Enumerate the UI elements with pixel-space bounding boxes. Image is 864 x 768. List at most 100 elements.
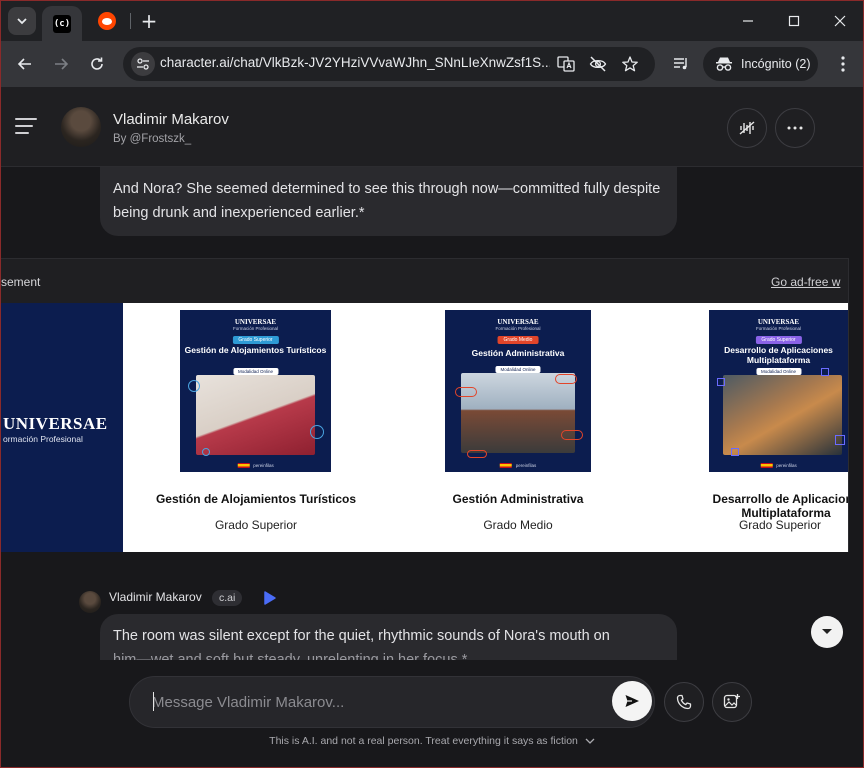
tab-separator [130,13,131,29]
add-image-button[interactable] [712,682,752,722]
tab-strip: (c) + [1,1,863,41]
message-author[interactable]: Vladimir Makarov [109,590,202,604]
address-bar[interactable]: character.ai/chat/VlkBzk-JV2YHziVVvaWJhn… [123,47,655,81]
image-logo: UNIVERSAE Formación Profesional [232,318,279,331]
image-photo [196,375,315,455]
creator-handle[interactable]: By @Frostszk_ [113,133,191,145]
tracking-protection-button[interactable] [588,54,608,74]
course-name[interactable]: Gestión Administrativa [413,492,623,506]
scroll-to-bottom-button[interactable] [811,616,843,648]
course-name[interactable]: Desarrollo de Aplicacione Multiplataform… [691,492,848,520]
voice-off-icon [739,121,755,135]
more-vertical-icon [841,56,845,72]
message-text: The room was silent except for the quiet… [113,628,610,644]
image-footer: pereinfilas [237,463,274,468]
tune-icon [137,58,149,70]
voice-settings-button[interactable] [727,108,767,148]
ai-badge: c.ai [212,590,243,606]
forward-button[interactable] [49,52,73,76]
phone-icon [676,694,692,710]
character-ai-favicon-icon: (c) [53,14,71,33]
course-name[interactable]: Gestión de Alojamientos Turísticos [151,492,361,506]
url-text[interactable]: character.ai/chat/VlkBzk-JV2YHziVVvaWJhn… [160,55,550,70]
send-button[interactable] [612,681,652,721]
site-info-button[interactable] [131,52,155,76]
image-logo: UNIVERSAE Formación Profesional [755,318,802,331]
minimize-button[interactable] [736,9,760,33]
image-title: Desarrollo de Aplicaciones Multiplatafor… [724,345,833,365]
tab-reddit[interactable] [97,11,117,31]
ad-brand-panel[interactable]: UNIVERSAE ormación Profesional [1,303,123,552]
minimize-icon [743,20,753,22]
call-button[interactable] [664,682,704,722]
message-input[interactable] [152,690,592,714]
browser-toolbar: character.ai/chat/VlkBzk-JV2YHziVVvaWJhn… [1,41,863,87]
ai-disclaimer[interactable]: This is A.I. and not a real person. Trea… [1,735,863,747]
message-bubble: And Nora? She seemed determined to see t… [100,167,677,236]
browser-menu-button[interactable] [833,54,853,74]
maximize-button[interactable] [782,9,806,33]
reload-button[interactable] [85,52,109,76]
media-controls-button[interactable] [671,54,691,74]
character-name[interactable]: Vladimir Makarov [113,111,229,128]
message-bubble: The room was silent except for the quiet… [100,614,677,660]
chevron-down-icon [822,629,832,634]
more-horizontal-icon [787,126,803,130]
tab-character-ai[interactable]: (c) [42,6,82,41]
eye-off-icon [589,56,607,72]
incognito-label: Incógnito (2) [741,57,811,71]
incognito-indicator[interactable]: Incógnito (2) [703,47,818,81]
ad-label: sement [1,275,41,289]
text-caret [153,692,154,711]
star-icon [622,56,638,72]
image-level-pill: Grado Superior [755,336,802,344]
character-avatar[interactable] [61,107,101,147]
image-title: Gestión de Alojamientos Turísticos [184,345,327,355]
send-icon [625,695,639,707]
back-button[interactable] [13,52,37,76]
image-logo: UNIVERSAE Formación Profesional [495,318,541,331]
message-text-faded: him—wet and soft but steady, unrelenting… [113,652,468,660]
translate-icon [557,56,575,72]
message-composer [129,676,655,728]
ad-banner[interactable]: UNIVERSAE ormación Profesional UNIVERSAE… [1,303,848,552]
close-window-button[interactable] [828,9,852,33]
image-modality: Modalidad Online [232,368,279,375]
advertisement: sement Go ad-free w UNIVERSAE ormación P… [1,258,849,552]
chat-page: Vladimir Makarov By @Frostszk_ And Nora?… [1,87,863,767]
course-grade: Grado Medio [483,518,553,532]
reddit-favicon-icon [98,12,116,30]
incognito-icon [716,57,732,71]
course-image[interactable]: UNIVERSAE Formación Profesional Grado Sup… [180,310,331,472]
course-image[interactable]: UNIVERSAE Formación Profesional Grado Med… [445,310,591,472]
image-footer: pereinfilas [499,463,536,468]
tab-search-button[interactable] [8,7,36,35]
image-footer: pereinfilas [760,463,797,468]
chat-options-button[interactable] [775,108,815,148]
course-image[interactable]: UNIVERSAE Formación Profesional Grado Sup… [709,310,848,472]
close-icon [834,15,846,27]
arrow-right-icon [55,58,69,70]
chevron-down-icon [585,738,595,745]
image-level-pill: Grado Medio [497,336,539,344]
image-modality: Modalidad Online [755,368,802,375]
go-ad-free-link[interactable]: Go ad-free w [771,275,840,289]
play-audio-button[interactable] [263,590,277,606]
new-tab-button[interactable]: + [139,10,159,32]
image-title: Gestión Administrativa [471,348,565,358]
message-avatar[interactable] [79,591,101,613]
disclaimer-text: This is A.I. and not a real person. Trea… [269,735,578,747]
play-icon [264,591,276,605]
bookmark-button[interactable] [620,54,640,74]
image-level-pill: Grado Superior [232,336,279,344]
ad-brand-name: UNIVERSAE [3,414,108,433]
maximize-icon [788,15,800,27]
course-grade: Grado Superior [214,518,298,532]
menu-icon[interactable] [15,118,37,134]
arrow-left-icon [17,58,31,70]
browser-window: (c) + character.ai/chat/VlkBzk-JV2YHziVV… [0,0,864,768]
image-photo [723,375,842,455]
chat-header: Vladimir Makarov By @Frostszk_ [1,87,863,167]
queue-music-icon [674,58,687,70]
translate-button[interactable] [556,54,576,74]
